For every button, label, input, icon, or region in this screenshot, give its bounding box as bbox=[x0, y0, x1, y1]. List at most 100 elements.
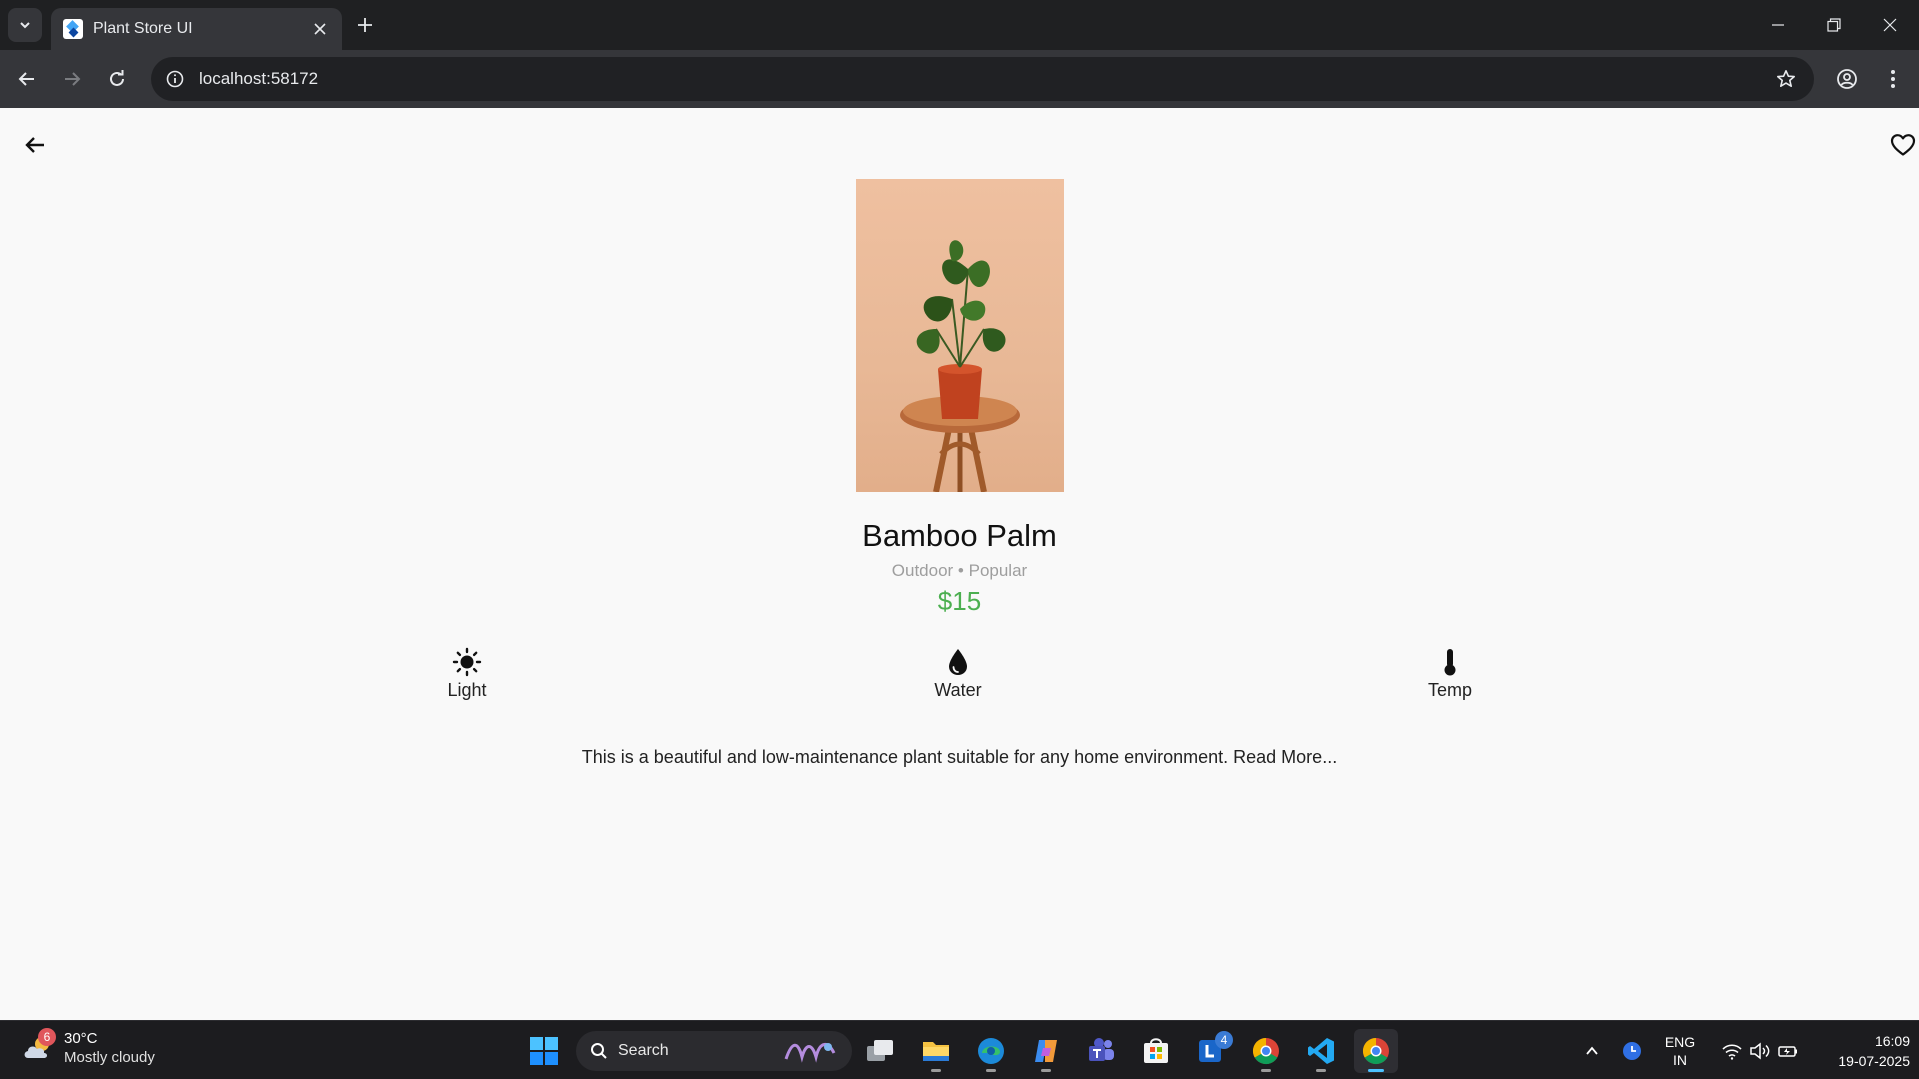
task-view-button[interactable] bbox=[858, 1029, 902, 1073]
care-light: Light bbox=[407, 646, 527, 701]
address-bar[interactable]: localhost:58172 bbox=[151, 57, 1814, 101]
task-view-icon bbox=[867, 1040, 893, 1061]
outlook-badge: 4 bbox=[1215, 1031, 1233, 1049]
arrow-right-icon bbox=[65, 72, 81, 86]
more-vertical-icon bbox=[1891, 70, 1895, 88]
new-tab-button[interactable] bbox=[352, 12, 378, 38]
language-code: ENG bbox=[1664, 1033, 1696, 1050]
running-indicator bbox=[931, 1069, 941, 1072]
search-label: Search bbox=[618, 1042, 669, 1059]
start-button[interactable] bbox=[522, 1029, 566, 1073]
restore-icon bbox=[1827, 18, 1841, 32]
battery-charging-icon bbox=[1778, 1045, 1797, 1057]
taskbar-edge[interactable] bbox=[969, 1029, 1013, 1073]
store-icon bbox=[1144, 1038, 1168, 1063]
plant-name: Bamboo Palm bbox=[862, 518, 1057, 553]
windows-taskbar: 6 30°C Mostly cloudy Search 4 ENG IN 16:… bbox=[0, 1020, 1919, 1079]
taskbar-copilot[interactable] bbox=[1024, 1029, 1068, 1073]
restore-button[interactable] bbox=[1806, 0, 1862, 50]
language-indicator[interactable]: ENG IN bbox=[1660, 1021, 1700, 1079]
weather-widget[interactable]: 6 30°C Mostly cloudy bbox=[20, 1028, 155, 1067]
copilot-icon bbox=[1035, 1040, 1057, 1062]
tab-title: Plant Store UI bbox=[93, 20, 193, 37]
running-indicator bbox=[986, 1069, 996, 1072]
flutter-favicon-icon bbox=[63, 19, 83, 39]
arrow-left-icon bbox=[25, 137, 44, 153]
potted-plant-illustration bbox=[900, 240, 1020, 492]
taskbar-chrome-profile[interactable] bbox=[1244, 1029, 1288, 1073]
running-indicator bbox=[1261, 1069, 1271, 1072]
browser-forward-button[interactable] bbox=[55, 62, 89, 96]
taskbar-search[interactable]: Search bbox=[576, 1031, 852, 1071]
reload-button[interactable] bbox=[100, 62, 134, 96]
windows-logo-icon bbox=[530, 1037, 558, 1065]
star-icon bbox=[1777, 70, 1795, 87]
thermometer-icon bbox=[1444, 649, 1456, 676]
minimize-button[interactable] bbox=[1750, 0, 1806, 50]
tab-search-button[interactable] bbox=[8, 8, 42, 42]
weather-description: Mostly cloudy bbox=[64, 1049, 155, 1066]
plus-icon bbox=[358, 18, 372, 32]
browser-tab[interactable]: Plant Store UI bbox=[51, 8, 342, 50]
edge-icon bbox=[978, 1038, 1004, 1064]
volume-icon bbox=[1750, 1041, 1770, 1060]
browser-toolbar: localhost:58172 bbox=[0, 50, 1919, 108]
weather-badge: 6 bbox=[38, 1028, 56, 1046]
close-icon bbox=[314, 23, 326, 35]
search-highlight-icon bbox=[784, 1043, 836, 1063]
clock-date: 19-07-2025 bbox=[1838, 1053, 1910, 1069]
favorite-button[interactable] bbox=[1886, 128, 1919, 162]
url-text: localhost:58172 bbox=[199, 69, 319, 88]
bookmark-button[interactable] bbox=[1766, 59, 1806, 99]
running-indicator bbox=[1041, 1069, 1051, 1072]
plant-description: This is a beautiful and low-maintenance … bbox=[581, 747, 1338, 767]
plant-detail-page: Bamboo Palm Outdoor • Popular $15 Light … bbox=[0, 108, 1919, 1020]
care-water: Water bbox=[898, 646, 1018, 701]
care-light-label: Light bbox=[447, 680, 487, 700]
plant-image bbox=[856, 179, 1064, 492]
system-clock[interactable]: 16:09 19-07-2025 bbox=[1810, 1031, 1910, 1071]
plant-price: $15 bbox=[937, 586, 982, 616]
teams-icon bbox=[1089, 1038, 1114, 1061]
browser-back-button[interactable] bbox=[10, 62, 44, 96]
profile-button[interactable] bbox=[1830, 62, 1864, 96]
chrome-icon bbox=[1362, 1037, 1389, 1065]
water-drop-icon bbox=[949, 649, 967, 675]
wifi-icon bbox=[1722, 1043, 1742, 1060]
care-temp-label: Temp bbox=[1427, 680, 1472, 700]
info-icon bbox=[166, 70, 184, 88]
taskbar-chrome-active[interactable] bbox=[1354, 1029, 1398, 1073]
taskbar-store[interactable] bbox=[1134, 1029, 1178, 1073]
taskbar-vscode[interactable] bbox=[1299, 1029, 1343, 1073]
browser-menu-button[interactable] bbox=[1876, 62, 1910, 96]
clock-time: 16:09 bbox=[1874, 1033, 1910, 1049]
site-info-button[interactable] bbox=[155, 59, 195, 99]
weather-temperature: 30°C bbox=[64, 1030, 98, 1047]
clock-app-icon bbox=[1623, 1041, 1641, 1060]
heart-outline-icon bbox=[1890, 134, 1916, 156]
quick-settings[interactable] bbox=[1715, 1021, 1805, 1079]
region-code: IN bbox=[1673, 1051, 1687, 1068]
reload-icon bbox=[110, 70, 124, 86]
chrome-icon bbox=[1252, 1037, 1279, 1065]
back-button[interactable] bbox=[18, 128, 52, 162]
browser-tab-strip: Plant Store UI bbox=[0, 0, 1919, 50]
show-hidden-icons-button[interactable] bbox=[1580, 1021, 1604, 1079]
minimize-icon bbox=[1772, 24, 1784, 26]
search-icon bbox=[591, 1043, 607, 1059]
care-temp: Temp bbox=[1390, 646, 1510, 701]
running-indicator bbox=[1316, 1069, 1326, 1072]
close-window-button[interactable] bbox=[1862, 0, 1918, 50]
taskbar-outlook[interactable]: 4 bbox=[1189, 1029, 1233, 1073]
taskbar-file-explorer[interactable] bbox=[914, 1029, 958, 1073]
folder-icon bbox=[923, 1042, 949, 1061]
close-icon bbox=[1883, 18, 1897, 32]
arrow-left-icon bbox=[18, 72, 34, 86]
taskbar-teams[interactable] bbox=[1079, 1029, 1123, 1073]
tray-clock-app[interactable] bbox=[1620, 1021, 1644, 1079]
tab-close-button[interactable] bbox=[310, 19, 330, 39]
vscode-icon bbox=[1308, 1038, 1334, 1064]
active-indicator bbox=[1368, 1069, 1384, 1072]
sun-icon bbox=[452, 647, 482, 677]
chevron-up-icon bbox=[1586, 1046, 1598, 1055]
